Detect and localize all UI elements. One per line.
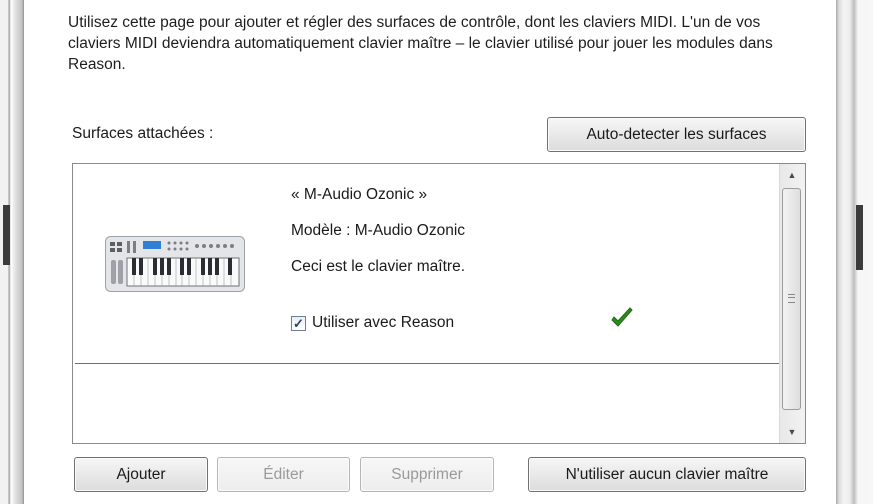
- surface-name: « M-Audio Ozonic »: [291, 186, 428, 203]
- auto-detect-button[interactable]: Auto-detecter les surfaces: [547, 117, 806, 152]
- edit-button[interactable]: Éditer: [217, 457, 350, 492]
- surfaces-list[interactable]: « M-Audio Ozonic » Modèle : M-Audio Ozon…: [72, 163, 806, 444]
- scroll-thumb[interactable]: [782, 188, 801, 410]
- checkbox-checked-icon[interactable]: ✓: [291, 315, 306, 331]
- midi-keyboard-icon: [105, 236, 245, 292]
- window-edge-right: [836, 0, 873, 504]
- list-item[interactable]: « M-Audio Ozonic » Modèle : M-Audio Ozon…: [75, 166, 779, 364]
- surface-status: Ceci est le clavier maître.: [291, 258, 465, 275]
- surfaces-label: Surfaces attachées :: [72, 125, 214, 142]
- window-edge-left: [0, 0, 24, 504]
- green-check-icon: [611, 307, 633, 327]
- no-master-keyboard-button[interactable]: N'utiliser aucun clavier maître: [528, 457, 806, 492]
- vertical-scrollbar[interactable]: ▲ ▼: [779, 164, 805, 443]
- surface-model: Modèle : M-Audio Ozonic: [291, 222, 466, 239]
- use-with-reason-checkbox[interactable]: ✓ Utiliser avec Reason: [291, 314, 454, 332]
- intro-text: Utilisez cette page pour ajouter et régl…: [68, 14, 773, 73]
- scroll-up-icon[interactable]: ▲: [785, 168, 799, 182]
- delete-button[interactable]: Supprimer: [360, 457, 494, 492]
- use-with-reason-label: Utiliser avec Reason: [312, 314, 455, 331]
- scroll-down-icon[interactable]: ▼: [785, 425, 799, 439]
- add-button[interactable]: Ajouter: [74, 457, 208, 492]
